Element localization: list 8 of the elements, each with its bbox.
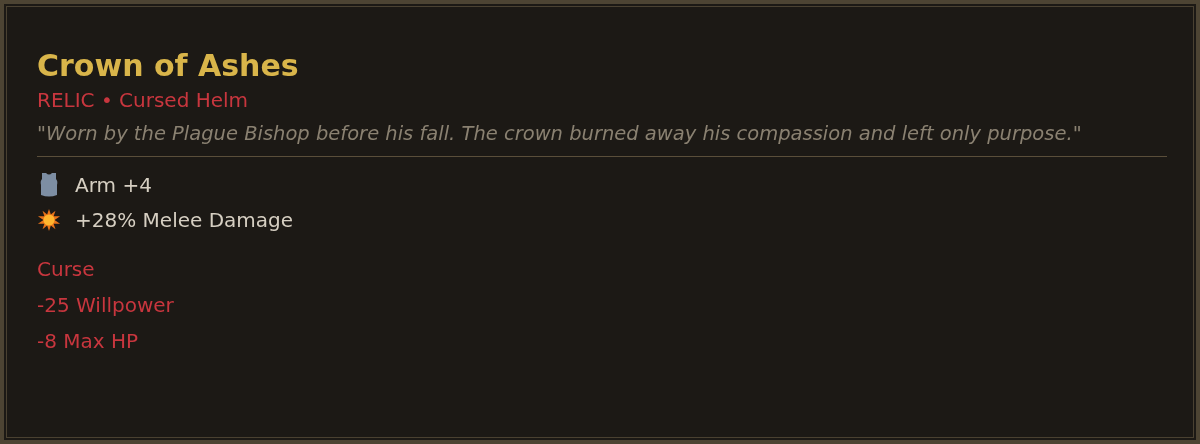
lore-text: "Worn by the Plague Bishop before his fall. The crown burned away his compassion and left only purpose.": [37, 121, 1083, 147]
stat-text: +28% Melee Damage: [75, 207, 294, 232]
curse-effect: -8 Max HP: [37, 328, 140, 355]
stat-text: Arm +4: [75, 172, 152, 197]
item-name: Crown of Ashes: [37, 47, 300, 85]
curse-effect: -25 Willpower: [37, 292, 175, 319]
curse-heading: Curse: [37, 256, 96, 283]
item-type: RELIC • Cursed Helm: [37, 87, 250, 114]
